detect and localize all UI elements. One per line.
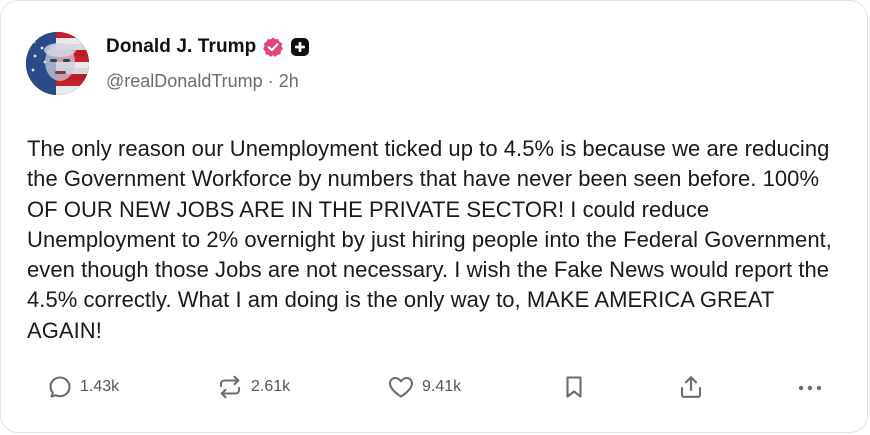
share-icon (680, 376, 702, 398)
heart-icon (388, 376, 414, 398)
repost-button[interactable]: 2.61k (215, 367, 290, 407)
more-button[interactable] (795, 367, 825, 407)
repost-count: 2.61k (251, 378, 291, 395)
plus-badge-icon (291, 38, 310, 56)
repost-icon (219, 375, 241, 399)
post-text: The only reason our Unemployment ticked … (27, 136, 832, 343)
author-name[interactable]: Donald J. Trump (106, 36, 256, 58)
bookmark-button[interactable] (561, 367, 587, 407)
post-time[interactable]: 2h (279, 71, 299, 91)
share-button[interactable] (677, 367, 705, 407)
like-count: 9.41k (422, 378, 462, 395)
reply-button[interactable]: 1.43k (46, 367, 119, 407)
author-row: Donald J. Trump (106, 34, 310, 60)
author-handle[interactable]: @realDonaldTrump (106, 71, 263, 91)
author-meta: @realDonaldTrump · 2h (106, 71, 299, 92)
meta-separator: · (267, 71, 274, 91)
reply-count: 1.43k (80, 378, 120, 395)
like-button[interactable]: 9.41k (386, 367, 461, 407)
reply-icon (49, 376, 71, 398)
more-icon (798, 385, 822, 391)
bookmark-icon (566, 376, 582, 398)
avatar-image (26, 32, 89, 95)
post-card: Donald J. Trump @realDonaldTrump · 2h Th… (0, 0, 868, 433)
verified-badge-icon (263, 37, 284, 57)
action-bar: 1.43k 2.61k 9.41k (1, 367, 870, 407)
avatar[interactable] (26, 32, 89, 95)
